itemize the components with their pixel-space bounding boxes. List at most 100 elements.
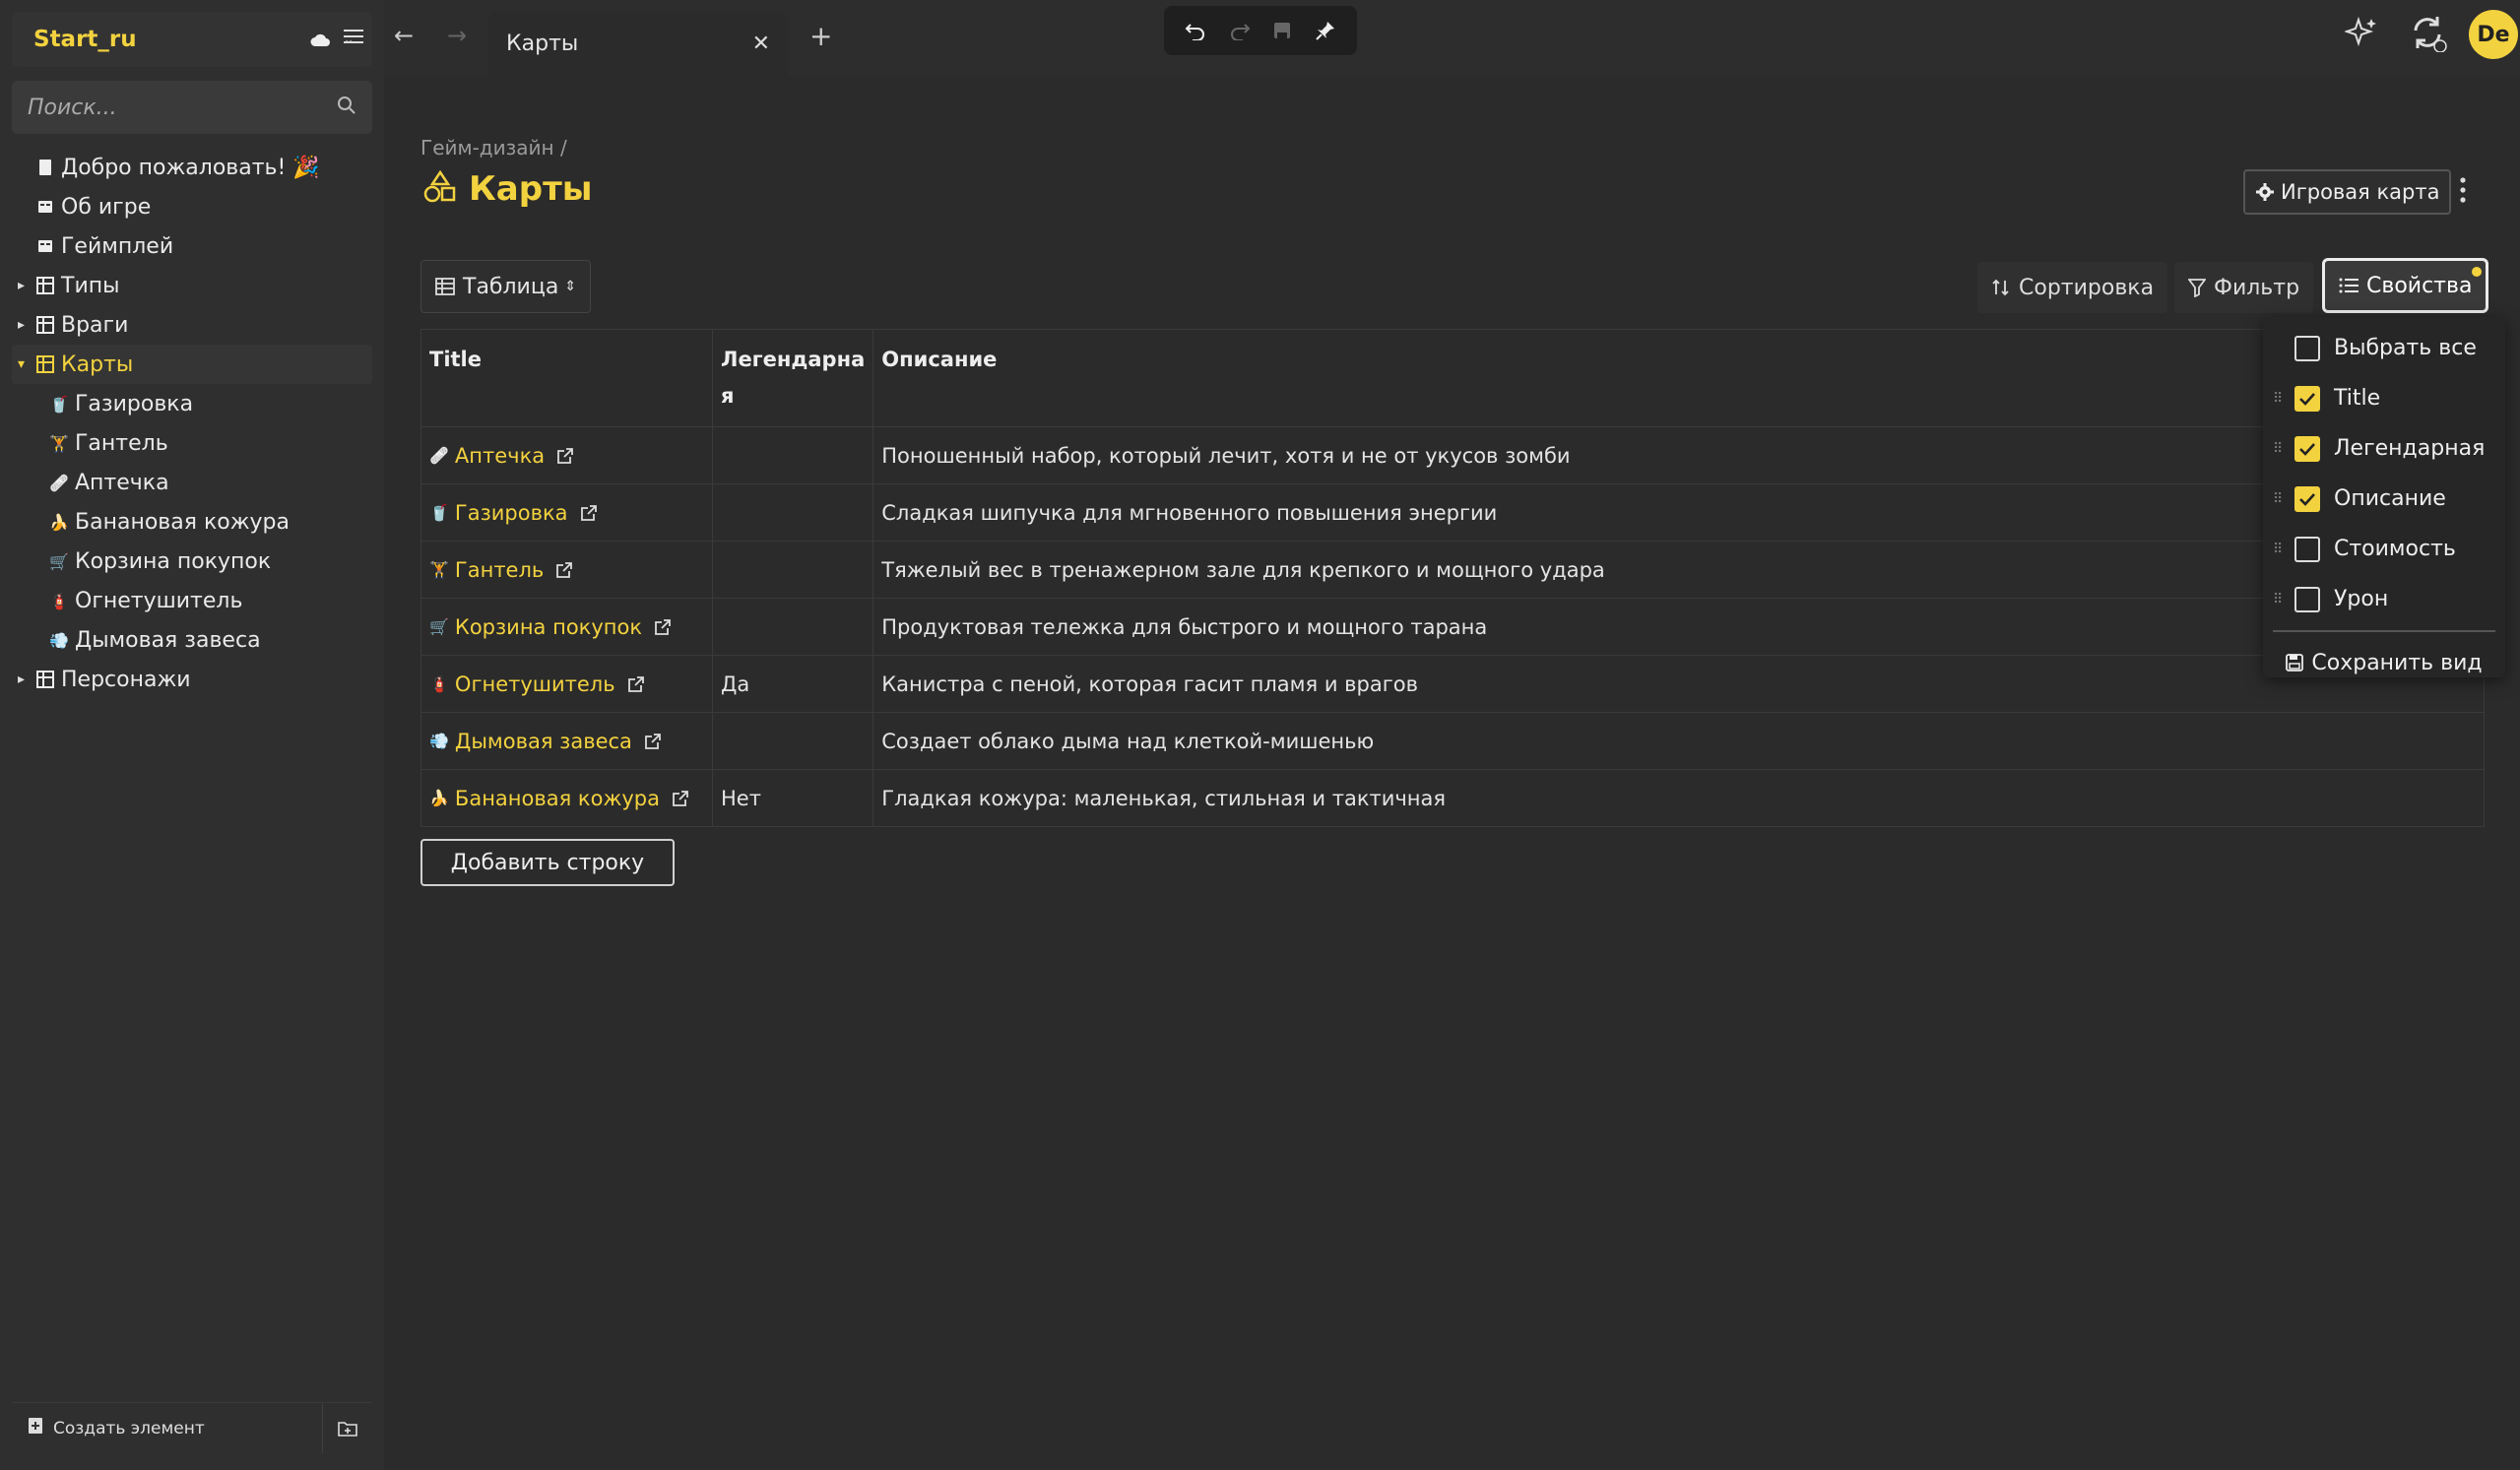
sidebar-item-extinguisher[interactable]: 🧯 Огнетушитель bbox=[12, 581, 372, 620]
sidebar-item-types[interactable]: ▸ Типы bbox=[12, 266, 372, 305]
legendary-cell[interactable]: Да bbox=[711, 655, 874, 713]
column-header-legendary[interactable]: Легендарна я bbox=[711, 329, 874, 427]
sidebar-item-cart[interactable]: 🛒 Корзина покупок bbox=[12, 542, 372, 581]
sidebar-item-about[interactable]: Об игре bbox=[12, 187, 372, 226]
description-cell[interactable]: Сладкая шипучка для мгновенного повышени… bbox=[872, 483, 2485, 542]
property-option-description[interactable]: ⠿ Описание bbox=[2273, 474, 2495, 524]
close-icon[interactable]: ✕ bbox=[752, 32, 770, 56]
workspace-switcher[interactable]: Start_ru ⌄ bbox=[12, 12, 372, 67]
title-cell[interactable]: 🩹 Аптечка bbox=[420, 426, 713, 484]
tab-cards[interactable]: Карты ✕ bbox=[488, 12, 788, 75]
external-link-icon[interactable] bbox=[654, 618, 672, 636]
title-cell[interactable]: 🥤 Газировка bbox=[420, 483, 713, 542]
sidebar-item-characters[interactable]: ▸ Персонажи bbox=[12, 660, 372, 699]
sidebar-item-soda[interactable]: 🥤 Газировка bbox=[12, 384, 372, 423]
row-title-link[interactable]: Огнетушитель bbox=[455, 672, 615, 696]
drag-handle-icon[interactable]: ⠿ bbox=[2273, 441, 2294, 457]
breadcrumb[interactable]: Гейм-дизайн / bbox=[420, 136, 567, 160]
row-title-link[interactable]: Банановая кожура bbox=[455, 787, 660, 810]
sidebar-item-welcome[interactable]: Добро пожаловать! 🎉 bbox=[12, 148, 372, 187]
sort-button[interactable]: Сортировка bbox=[1977, 262, 2168, 313]
column-header-title[interactable]: Title bbox=[420, 329, 713, 427]
title-cell[interactable]: 🛒 Корзина покупок bbox=[420, 598, 713, 656]
save-view-button[interactable]: Сохранить вид bbox=[2273, 638, 2495, 687]
row-title-link[interactable]: Аптечка bbox=[455, 444, 545, 468]
new-folder-button[interactable] bbox=[323, 1420, 372, 1438]
caret-right-icon[interactable]: ▸ bbox=[18, 671, 32, 687]
external-link-icon[interactable] bbox=[580, 504, 598, 522]
column-header-description[interactable]: Описание bbox=[872, 329, 2485, 427]
legendary-cell[interactable] bbox=[711, 712, 874, 770]
undo-icon[interactable] bbox=[1185, 21, 1206, 40]
search-icon[interactable] bbox=[337, 96, 356, 119]
sync-icon[interactable] bbox=[2408, 13, 2447, 56]
sidebar-item-dumbbell[interactable]: 🏋 Гантель bbox=[12, 423, 372, 463]
row-title-link[interactable]: Дымовая завеса bbox=[455, 730, 632, 753]
title-cell[interactable]: 💨 Дымовая завеса bbox=[420, 712, 713, 770]
sidebar-item-smoke[interactable]: 💨 Дымовая завеса bbox=[12, 620, 372, 660]
drag-handle-icon[interactable]: ⠿ bbox=[2273, 592, 2294, 607]
more-vertical-icon[interactable] bbox=[2458, 175, 2468, 209]
back-arrow-icon[interactable]: ← bbox=[394, 22, 414, 49]
sidebar-toggle-button[interactable] bbox=[339, 22, 368, 51]
property-option-cost[interactable]: ⠿ Стоимость bbox=[2273, 524, 2495, 574]
add-tab-icon[interactable]: + bbox=[809, 20, 832, 52]
checkbox-checked[interactable] bbox=[2294, 485, 2320, 512]
drag-handle-icon[interactable]: ⠿ bbox=[2273, 391, 2294, 407]
external-link-icon[interactable] bbox=[555, 561, 573, 579]
legendary-cell[interactable] bbox=[711, 598, 874, 656]
sidebar-item-enemies[interactable]: ▸ Враги bbox=[12, 305, 372, 345]
external-link-icon[interactable] bbox=[672, 790, 689, 807]
caret-right-icon[interactable]: ▸ bbox=[18, 278, 32, 293]
checkbox-checked[interactable] bbox=[2294, 435, 2320, 462]
sidebar-item-medkit[interactable]: 🩹 Аптечка bbox=[12, 463, 372, 502]
redo-icon[interactable] bbox=[1229, 21, 1251, 40]
title-cell[interactable]: 🧯 Огнетушитель bbox=[420, 655, 713, 713]
create-element-button[interactable]: Создать элемент bbox=[12, 1403, 323, 1453]
row-title-link[interactable]: Корзина покупок bbox=[455, 615, 642, 639]
drag-handle-icon[interactable]: ⠿ bbox=[2273, 491, 2294, 507]
caret-right-icon[interactable]: ▸ bbox=[18, 317, 32, 333]
game-map-button[interactable]: Игровая карта bbox=[2243, 169, 2452, 215]
legendary-cell[interactable] bbox=[711, 426, 874, 484]
save-icon[interactable] bbox=[1272, 21, 1292, 40]
select-all-option[interactable]: Выбрать все bbox=[2273, 323, 2495, 373]
description-cell[interactable]: Поношенный набор, который лечит, хотя и … bbox=[872, 426, 2485, 484]
description-cell[interactable]: Канистра с пеной, которая гасит пламя и … bbox=[872, 655, 2485, 713]
description-cell[interactable]: Создает облако дыма над клеткой-мишенью bbox=[872, 712, 2485, 770]
description-cell[interactable]: Продуктовая тележка для быстрого и мощно… bbox=[872, 598, 2485, 656]
properties-button[interactable]: Свойства bbox=[2322, 258, 2489, 313]
external-link-icon[interactable] bbox=[556, 447, 574, 465]
description-cell[interactable]: Гладкая кожура: маленькая, стильная и та… bbox=[872, 769, 2485, 827]
checkbox-unchecked[interactable] bbox=[2294, 536, 2320, 562]
checkbox-unchecked[interactable] bbox=[2294, 586, 2320, 612]
pin-icon[interactable] bbox=[1315, 20, 1336, 41]
legendary-cell[interactable]: Нет bbox=[711, 769, 874, 827]
search-input[interactable] bbox=[28, 95, 337, 120]
property-option-title[interactable]: ⠿ Title bbox=[2273, 373, 2495, 423]
title-cell[interactable]: 🍌 Банановая кожура bbox=[420, 769, 713, 827]
filter-button[interactable]: Фильтр bbox=[2174, 262, 2314, 313]
legendary-cell[interactable] bbox=[711, 483, 874, 542]
drag-handle-icon[interactable]: ⠿ bbox=[2273, 542, 2294, 557]
external-link-icon[interactable] bbox=[627, 675, 645, 693]
caret-down-icon[interactable]: ▾ bbox=[18, 356, 32, 372]
property-option-legendary[interactable]: ⠿ Легендарная bbox=[2273, 423, 2495, 474]
checkbox-unchecked[interactable] bbox=[2294, 335, 2320, 361]
external-link-icon[interactable] bbox=[644, 733, 662, 750]
description-cell[interactable]: Тяжелый вес в тренажерном зале для крепк… bbox=[872, 541, 2485, 599]
checkbox-checked[interactable] bbox=[2294, 385, 2320, 412]
sidebar-item-cards[interactable]: ▾ Карты bbox=[12, 345, 372, 384]
row-title-link[interactable]: Гантель bbox=[455, 558, 544, 582]
view-selector[interactable]: Таблица ⇕ bbox=[420, 260, 592, 313]
forward-arrow-icon[interactable]: → bbox=[447, 22, 467, 49]
sparkle-icon[interactable] bbox=[2343, 16, 2378, 53]
title-cell[interactable]: 🏋 Гантель bbox=[420, 541, 713, 599]
property-option-damage[interactable]: ⠿ Урон bbox=[2273, 574, 2495, 624]
avatar[interactable]: De bbox=[2469, 10, 2518, 59]
legendary-cell[interactable] bbox=[711, 541, 874, 599]
sidebar-item-gameplay[interactable]: Геймплей bbox=[12, 226, 372, 266]
add-row-button[interactable]: Добавить строку bbox=[420, 839, 675, 886]
sidebar-item-banana[interactable]: 🍌 Банановая кожура bbox=[12, 502, 372, 542]
row-title-link[interactable]: Газировка bbox=[455, 501, 568, 525]
